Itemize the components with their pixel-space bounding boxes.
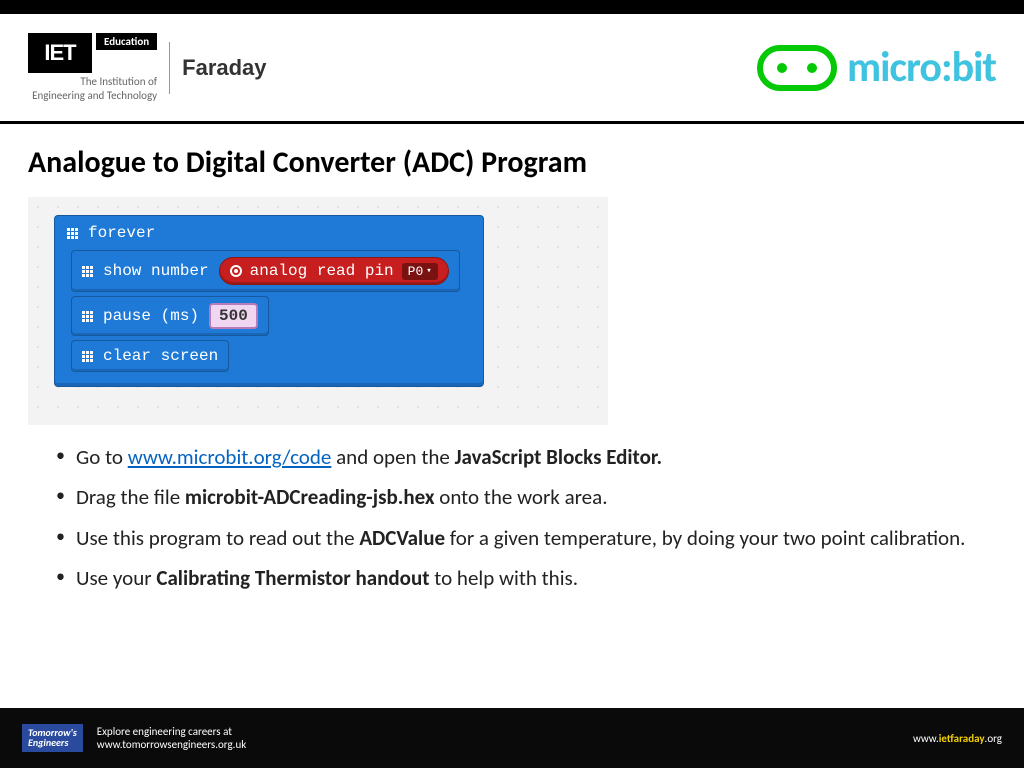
logo-divider bbox=[169, 42, 170, 94]
pause-block: pause (ms) 500 bbox=[71, 296, 269, 336]
microbit-text: micro:bit bbox=[847, 42, 996, 93]
iet-institution-text: The Institution of Engineering and Techn… bbox=[32, 75, 157, 101]
top-bar bbox=[0, 0, 1024, 14]
microbit-logo: micro:bit bbox=[757, 42, 996, 93]
show-number-block: show number analog read pin P0 bbox=[71, 250, 460, 292]
forever-label: forever bbox=[88, 224, 155, 242]
instruction-list: Go to www.microbit.org/code and open the… bbox=[28, 443, 996, 592]
faraday-text: Faraday bbox=[182, 55, 266, 81]
pause-value-input[interactable]: 500 bbox=[209, 303, 258, 329]
grid-icon bbox=[82, 351, 93, 362]
list-item: Drag the file microbit-ADCreading-jsb.he… bbox=[56, 483, 996, 511]
pin-dropdown[interactable]: P0 bbox=[402, 263, 438, 280]
code-canvas: forever show number analog read pin P0 bbox=[28, 197, 608, 425]
list-item: Use this program to read out the ADCValu… bbox=[56, 524, 996, 552]
header: IET Education The Institution of Enginee… bbox=[0, 14, 1024, 124]
clear-screen-label: clear screen bbox=[103, 347, 218, 365]
grid-icon bbox=[82, 266, 93, 277]
clear-screen-block: clear screen bbox=[71, 340, 229, 372]
footer-url: www.ietfaraday.org bbox=[913, 732, 1002, 745]
grid-icon bbox=[67, 228, 78, 239]
list-item: Use your Calibrating Thermistor handout … bbox=[56, 564, 996, 592]
grid-icon bbox=[82, 311, 93, 322]
page-title: Analogue to Digital Converter (ADC) Prog… bbox=[28, 144, 996, 181]
iet-education-badge: Education bbox=[96, 33, 157, 50]
pause-label: pause (ms) bbox=[103, 307, 199, 325]
microbit-code-link[interactable]: www.microbit.org/code bbox=[128, 444, 332, 470]
list-item: Go to www.microbit.org/code and open the… bbox=[56, 443, 996, 471]
iet-logo-group: IET Education The Institution of Enginee… bbox=[28, 33, 267, 101]
footer: Tomorrow's Engineers Explore engineering… bbox=[0, 708, 1024, 768]
show-number-label: show number bbox=[103, 262, 209, 280]
footer-careers-text: Explore engineering careers at www.tomor… bbox=[97, 725, 246, 751]
radio-icon bbox=[230, 265, 242, 277]
analog-read-label: analog read pin bbox=[250, 262, 394, 280]
footer-left: Tomorrow's Engineers Explore engineering… bbox=[22, 724, 246, 752]
microbit-device-icon bbox=[757, 45, 837, 91]
tomorrows-engineers-logo: Tomorrow's Engineers bbox=[22, 724, 83, 752]
forever-block: forever show number analog read pin P0 bbox=[54, 215, 484, 387]
analog-read-block: analog read pin P0 bbox=[219, 257, 449, 285]
iet-logo-icon: IET bbox=[28, 33, 92, 73]
content-area: Analogue to Digital Converter (ADC) Prog… bbox=[0, 124, 1024, 624]
iet-mark: IET Education The Institution of Enginee… bbox=[28, 33, 157, 101]
